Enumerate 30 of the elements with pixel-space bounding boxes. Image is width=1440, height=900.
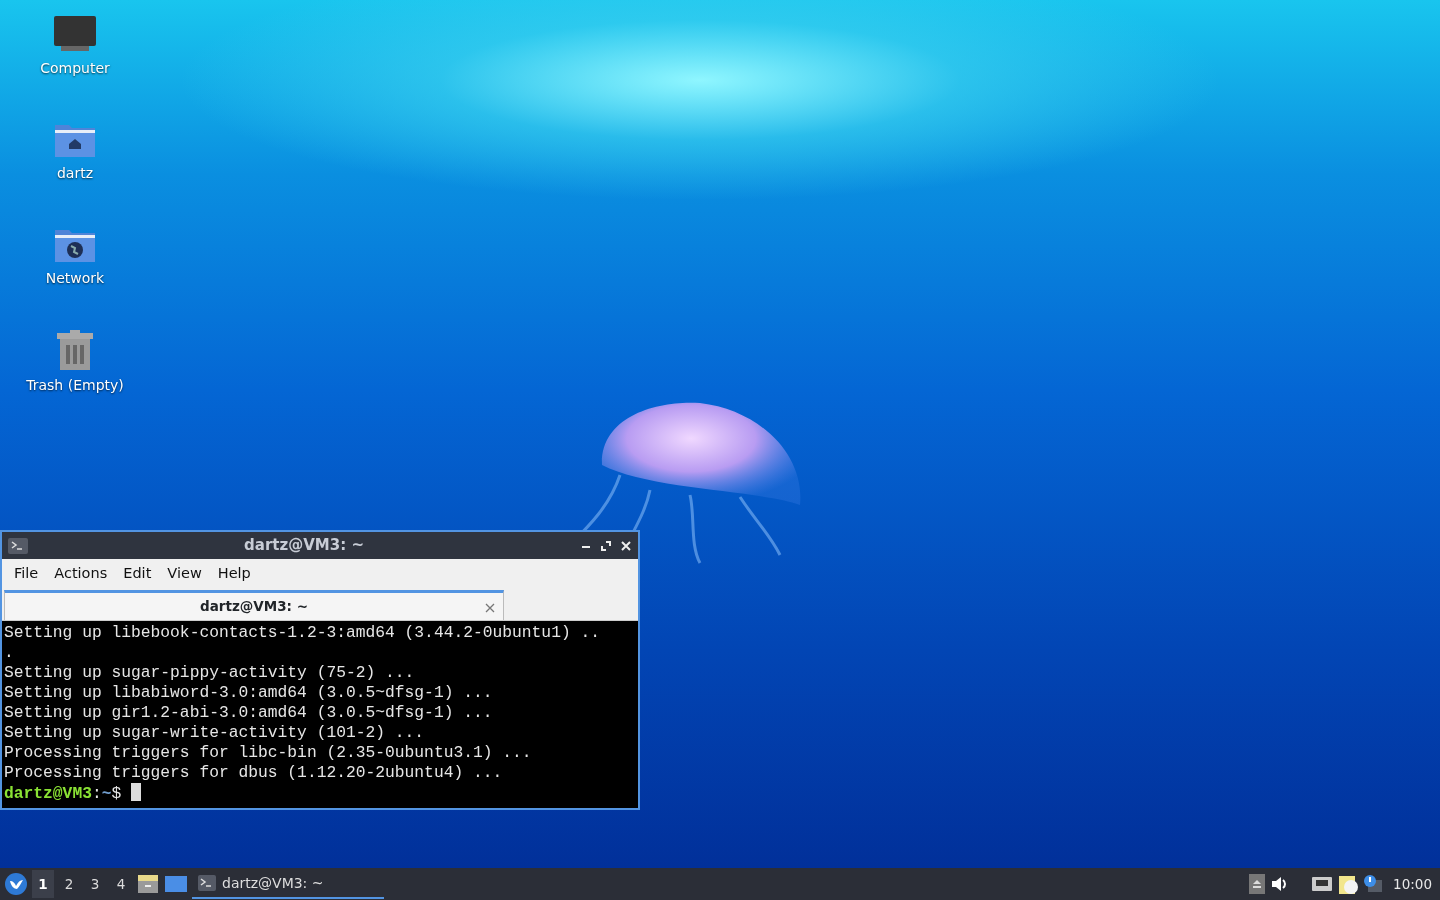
workspace-button[interactable]: 2	[58, 870, 80, 898]
desktop-icon[interactable]	[164, 873, 188, 895]
trash-icon[interactable]	[55, 329, 95, 371]
notification-icon[interactable]	[1363, 874, 1384, 894]
terminal-icon	[198, 875, 216, 891]
file-cabinet-icon[interactable]	[136, 873, 160, 895]
clock[interactable]: 10:00	[1387, 873, 1436, 895]
wired-network-icon[interactable]	[1311, 874, 1334, 894]
menu-item[interactable]: Help	[209, 561, 259, 587]
clipboard-icon[interactable]	[1337, 873, 1360, 895]
workspace-button[interactable]: 3	[84, 870, 106, 898]
workspace-button[interactable]: 4	[110, 870, 132, 898]
menu-item[interactable]: File	[6, 561, 47, 587]
icon-label[interactable]: Network	[45, 268, 105, 289]
terminal-output: Setting up libebook-contacts-1.2-3:amd64 (3.44.2-0ubuntu1) .. . Setting up sugar-pippy-activity (75-2) ... Setting up libabiword-3.0:amd64 (3.0.5~dfsg-1) ... Setting up gir1.2-abi-3.0:amd64 (3.0.5~dfsg-1) ... Setting up sugar-write-activity (101-2) ... Processing triggers for libc-bin (2.35-0ubuntu3.1) ... Processing triggers for dbus (1.12.20-2ubuntu4) ... dartz@VM3:~$	[2, 621, 638, 808]
menu-item[interactable]: Edit	[115, 561, 160, 587]
maximize-icon[interactable]	[600, 539, 612, 552]
menu-item[interactable]: View	[159, 561, 210, 587]
text-cursor	[131, 783, 142, 801]
icon-label[interactable]: Trash (Empty)	[26, 375, 124, 396]
terminal-icon	[8, 537, 28, 554]
start-menu-icon[interactable]	[4, 872, 28, 896]
workspace-button[interactable]: 1	[32, 870, 54, 898]
terminal-tab[interactable]: dartz@VM3: ~	[4, 590, 504, 620]
close-icon[interactable]	[620, 539, 632, 552]
menu-item[interactable]: Actions	[46, 561, 116, 587]
taskbar-window-button[interactable]: dartz@VM3: ~	[192, 869, 384, 899]
monitor-icon[interactable]	[53, 14, 97, 54]
eject-icon[interactable]	[1249, 874, 1266, 894]
window-title: dartz@VM3: ~	[243, 535, 365, 557]
